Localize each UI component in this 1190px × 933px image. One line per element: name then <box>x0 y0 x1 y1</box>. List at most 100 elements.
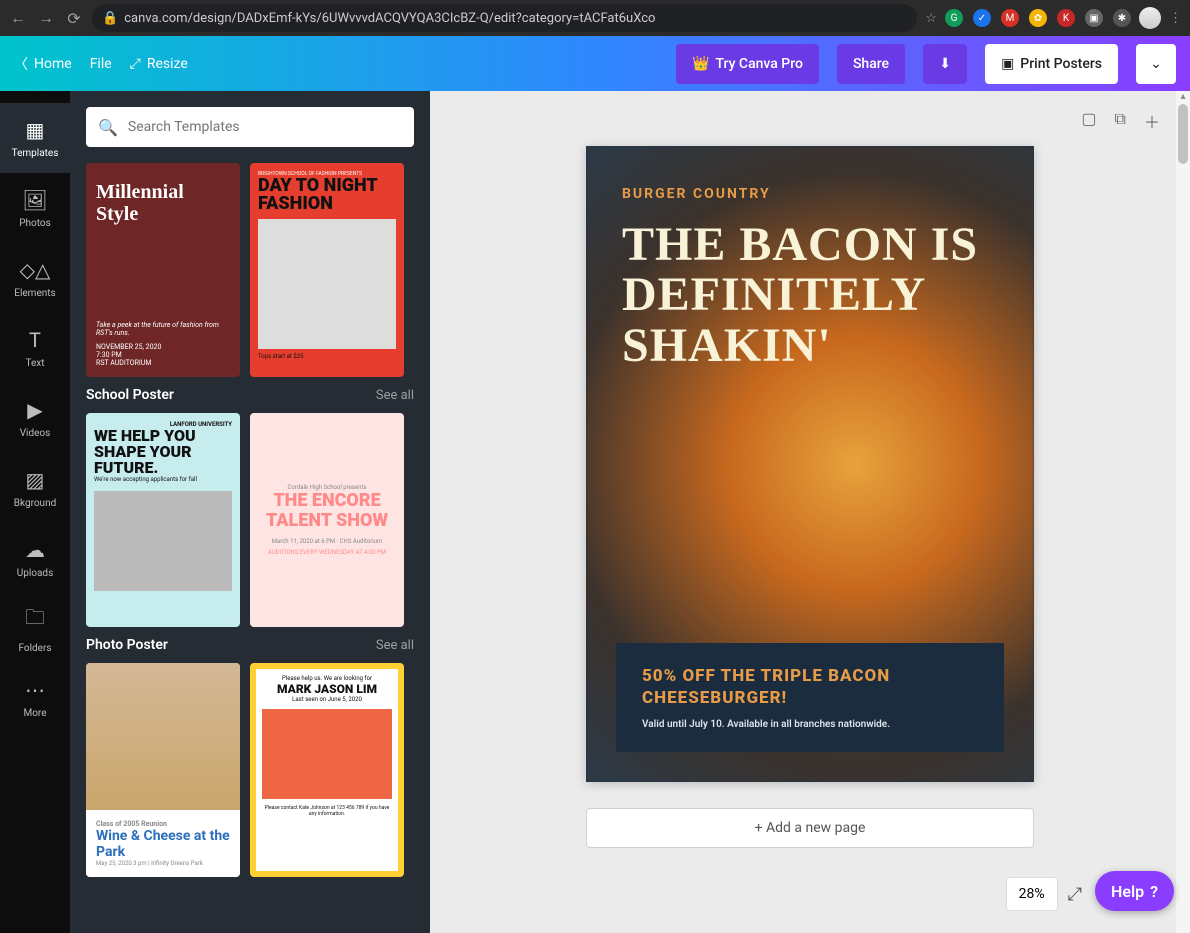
rail-background[interactable]: ▨ Bkground <box>0 453 70 523</box>
rail-label: Photos <box>19 218 51 229</box>
app-toolbar: 〈 Home File ⤢ Resize 👑 Try Canva Pro Sha… <box>0 36 1190 91</box>
template-sub: May 25, 2020 3 pm | Infinity Greens Park <box>96 860 230 867</box>
template-sub: March 11, 2020 at 6 PM · CHS Auditorium <box>272 538 383 545</box>
chevron-down-icon: ⌄ <box>1150 56 1162 72</box>
template-sub2: AUDITIONS EVERY WEDNESDAY AT 4:00 PM <box>268 549 386 556</box>
browser-menu-icon[interactable]: ⋮ <box>1169 11 1182 26</box>
notes-icon[interactable]: ▢ <box>1081 109 1096 133</box>
download-button[interactable]: ⬇ <box>923 44 967 84</box>
profile-avatar[interactable] <box>1139 7 1161 29</box>
more-icon: ⋯ <box>25 678 45 702</box>
extension-icon[interactable]: G <box>945 9 963 27</box>
template-image <box>94 491 232 591</box>
zoom-select[interactable]: 28% <box>1006 877 1058 911</box>
section-title: School Poster <box>86 387 174 403</box>
print-icon: ▣ <box>1001 56 1014 72</box>
poster-canvas[interactable]: BURGER COUNTRY THE BACON IS DEFINITELY S… <box>586 146 1034 782</box>
poster-footer[interactable]: 50% OFF THE TRIPLE BACON CHEESEBURGER! V… <box>616 643 1004 752</box>
text-icon: T <box>29 328 41 352</box>
uploads-icon: ☁ <box>25 538 45 562</box>
section-title: Photo Poster <box>86 637 168 653</box>
rail-label: Folders <box>18 643 51 654</box>
add-icon[interactable]: ＋ <box>1144 109 1160 133</box>
search-input-wrap[interactable]: 🔍 <box>86 107 414 147</box>
template-title: WE HELP YOU SHAPE YOUR FUTURE. <box>94 428 232 476</box>
scrollbar-thumb[interactable] <box>1178 104 1188 164</box>
help-button[interactable]: Help ? <box>1095 871 1174 911</box>
rail-photos[interactable]: 🖼 Photos <box>0 173 70 243</box>
extension-icons: G ✓ M ✿ K ▣ ✱ <box>945 9 1131 27</box>
poster-headline[interactable]: THE BACON IS DEFINITELY SHAKIN' <box>622 220 998 371</box>
print-button[interactable]: ▣ Print Posters <box>985 44 1118 84</box>
url-bar[interactable]: 🔒 canva.com/design/DADxEmf-kYs/6UWvvvdAC… <box>92 4 917 32</box>
rail-uploads[interactable]: ☁ Uploads <box>0 523 70 593</box>
rail-label: Videos <box>20 428 51 439</box>
nav-back-icon[interactable]: ← <box>8 8 28 28</box>
extension-icon[interactable]: ✿ <box>1029 9 1047 27</box>
duplicate-icon[interactable]: ⧉ <box>1115 109 1126 133</box>
rail-text[interactable]: T Text <box>0 313 70 383</box>
extension-icon[interactable]: ✱ <box>1113 9 1131 27</box>
lock-icon: 🔒 <box>102 11 118 26</box>
rail-label: Text <box>25 358 44 369</box>
home-button[interactable]: 〈 Home <box>14 54 72 74</box>
template-pretitle: Please help us. We are looking for <box>282 675 372 682</box>
download-icon: ⬇ <box>939 56 951 72</box>
extension-icon[interactable]: K <box>1057 9 1075 27</box>
sidebar-rail: ▦ Templates 🖼 Photos ◇△ Elements T Text … <box>0 91 70 933</box>
nav-forward-icon[interactable]: → <box>36 8 56 28</box>
extension-icon[interactable]: ✓ <box>973 9 991 27</box>
share-label: Share <box>853 56 889 72</box>
template-card[interactable]: BRIGHTOWN SCHOOL OF FASHION PRESENTS DAY… <box>250 163 404 377</box>
template-pretitle: Class of 2005 Reunion <box>96 820 230 828</box>
rail-templates[interactable]: ▦ Templates <box>0 103 70 173</box>
resize-icon: ⤢ <box>130 56 141 72</box>
add-page-button[interactable]: + Add a new page <box>586 808 1034 848</box>
search-input[interactable] <box>128 119 402 135</box>
extension-icon[interactable]: ▣ <box>1085 9 1103 27</box>
templates-icon: ▦ <box>26 118 45 142</box>
rail-videos[interactable]: ▶ Videos <box>0 383 70 453</box>
home-label: Home <box>34 56 72 72</box>
folders-icon: 🗀 <box>25 603 45 637</box>
template-title: Wine & Cheese at the Park <box>96 828 230 860</box>
resize-button[interactable]: ⤢ Resize <box>130 56 188 72</box>
share-button[interactable]: Share <box>837 44 905 84</box>
rail-more[interactable]: ⋯ More <box>0 663 70 733</box>
see-all-link[interactable]: See all <box>376 638 414 653</box>
template-card[interactable]: Class of 2005 Reunion Wine & Cheese at t… <box>86 663 240 877</box>
template-sub: We're now accepting applicants for fall <box>94 476 232 483</box>
browser-chrome: ← → ⟳ 🔒 canva.com/design/DADxEmf-kYs/6UW… <box>0 0 1190 36</box>
template-image <box>86 663 240 810</box>
template-image <box>262 709 392 799</box>
template-sub: Take a peek at the future of fashion fro… <box>96 321 230 337</box>
template-note: Tops start at $25 <box>258 353 396 360</box>
rail-folders[interactable]: 🗀 Folders <box>0 593 70 663</box>
see-all-link[interactable]: See all <box>376 388 414 403</box>
try-pro-button[interactable]: 👑 Try Canva Pro <box>676 44 819 84</box>
fullscreen-icon[interactable]: ⤢ <box>1068 884 1082 905</box>
try-pro-label: Try Canva Pro <box>715 56 802 72</box>
help-icon: ? <box>1150 882 1158 901</box>
print-dropdown[interactable]: ⌄ <box>1136 44 1176 84</box>
vertical-scrollbar[interactable]: ▴ <box>1176 91 1190 933</box>
template-card[interactable]: Millennial Style Take a peek at the futu… <box>86 163 240 377</box>
poster-valid[interactable]: Valid until July 10. Available in all br… <box>642 719 978 730</box>
poster-promo[interactable]: 50% OFF THE TRIPLE BACON CHEESEBURGER! <box>642 665 978 709</box>
extension-icon[interactable]: M <box>1001 9 1019 27</box>
template-title: MARK JASON LIM <box>277 682 377 696</box>
rail-label: Templates <box>12 148 59 159</box>
help-label: Help <box>1111 882 1144 901</box>
template-title: Millennial Style <box>96 181 230 225</box>
file-menu[interactable]: File <box>90 56 112 72</box>
template-card[interactable]: LANFORD UNIVERSITY WE HELP YOU SHAPE YOU… <box>86 413 240 627</box>
background-icon: ▨ <box>26 468 45 492</box>
rail-label: Elements <box>14 288 55 299</box>
poster-brand[interactable]: BURGER COUNTRY <box>622 186 998 202</box>
bookmark-star-icon[interactable]: ☆ <box>925 11 937 26</box>
rail-label: More <box>23 708 46 719</box>
template-card[interactable]: Cordale High School presents THE ENCORE … <box>250 413 404 627</box>
template-card[interactable]: Please help us. We are looking for MARK … <box>250 663 404 877</box>
rail-elements[interactable]: ◇△ Elements <box>0 243 70 313</box>
reload-icon[interactable]: ⟳ <box>64 9 84 28</box>
